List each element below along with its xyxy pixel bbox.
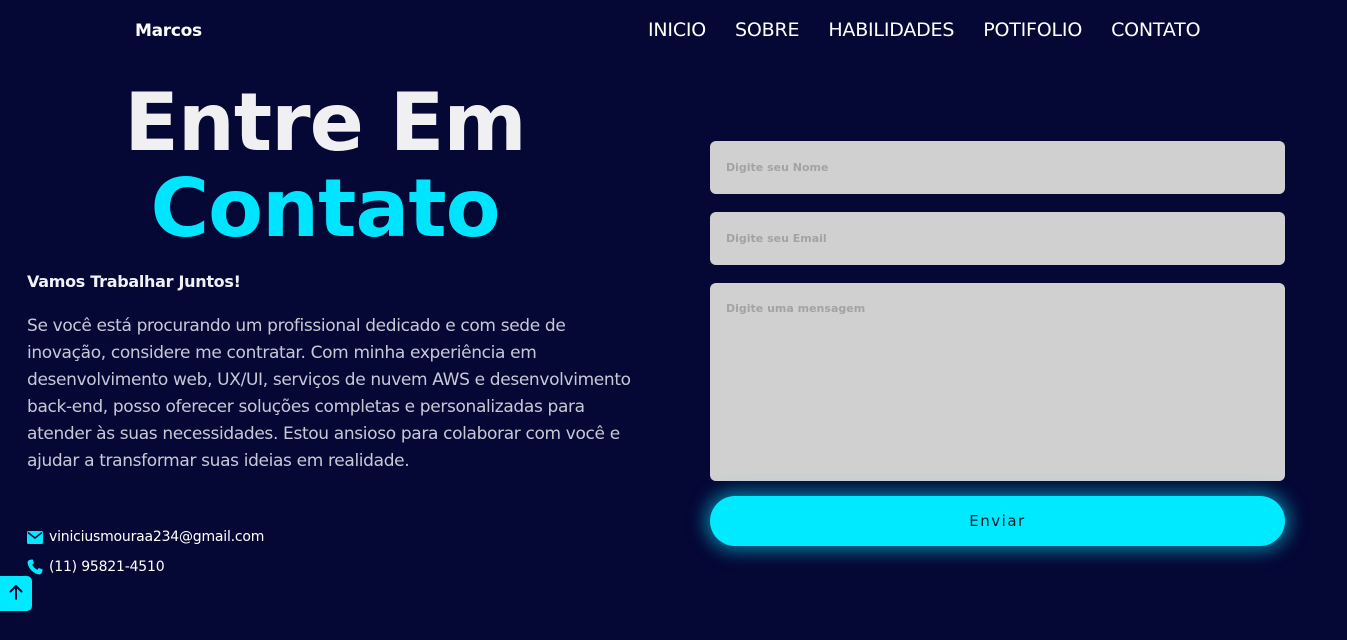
email-text: viniciusmouraa234@gmail.com: [49, 529, 265, 545]
submit-button[interactable]: Enviar: [710, 496, 1285, 546]
top-navbar: Marcos INICIO SOBRE HABILIDADES POTIFOLI…: [0, 0, 1347, 64]
contact-info-section: Entre Em Contato Vamos Trabalhar Juntos!…: [27, 80, 667, 575]
arrow-up-icon: [9, 584, 23, 604]
page-title-line1: Entre Em: [124, 76, 526, 169]
back-to-top-button[interactable]: [0, 576, 32, 611]
nav-links: INICIO SOBRE HABILIDADES POTIFOLIO CONTA…: [648, 19, 1201, 41]
section-subtitle: Vamos Trabalhar Juntos!: [27, 272, 241, 291]
description-paragraph: Se você está procurando um profissional …: [27, 316, 631, 471]
contact-form: Enviar: [710, 141, 1285, 546]
envelope-icon: [27, 530, 43, 544]
nav-link-portfolio[interactable]: POTIFOLIO: [983, 19, 1082, 41]
phone-text: (11) 95821-4510: [49, 559, 165, 575]
nav-link-contato[interactable]: CONTATO: [1111, 19, 1200, 41]
nav-link-inicio[interactable]: INICIO: [648, 19, 706, 41]
message-textarea[interactable]: [710, 283, 1285, 481]
email-input[interactable]: [710, 212, 1285, 265]
name-input[interactable]: [710, 141, 1285, 194]
phone-icon: [27, 559, 43, 575]
nav-link-sobre[interactable]: SOBRE: [735, 19, 799, 41]
nav-link-habilidades[interactable]: HABILIDADES: [828, 19, 954, 41]
phone-contact[interactable]: (11) 95821-4510: [27, 559, 165, 575]
page-title-line2: Contato: [150, 162, 500, 255]
brand-logo[interactable]: Marcos: [135, 21, 202, 41]
email-contact[interactable]: viniciusmouraa234@gmail.com: [27, 529, 264, 545]
